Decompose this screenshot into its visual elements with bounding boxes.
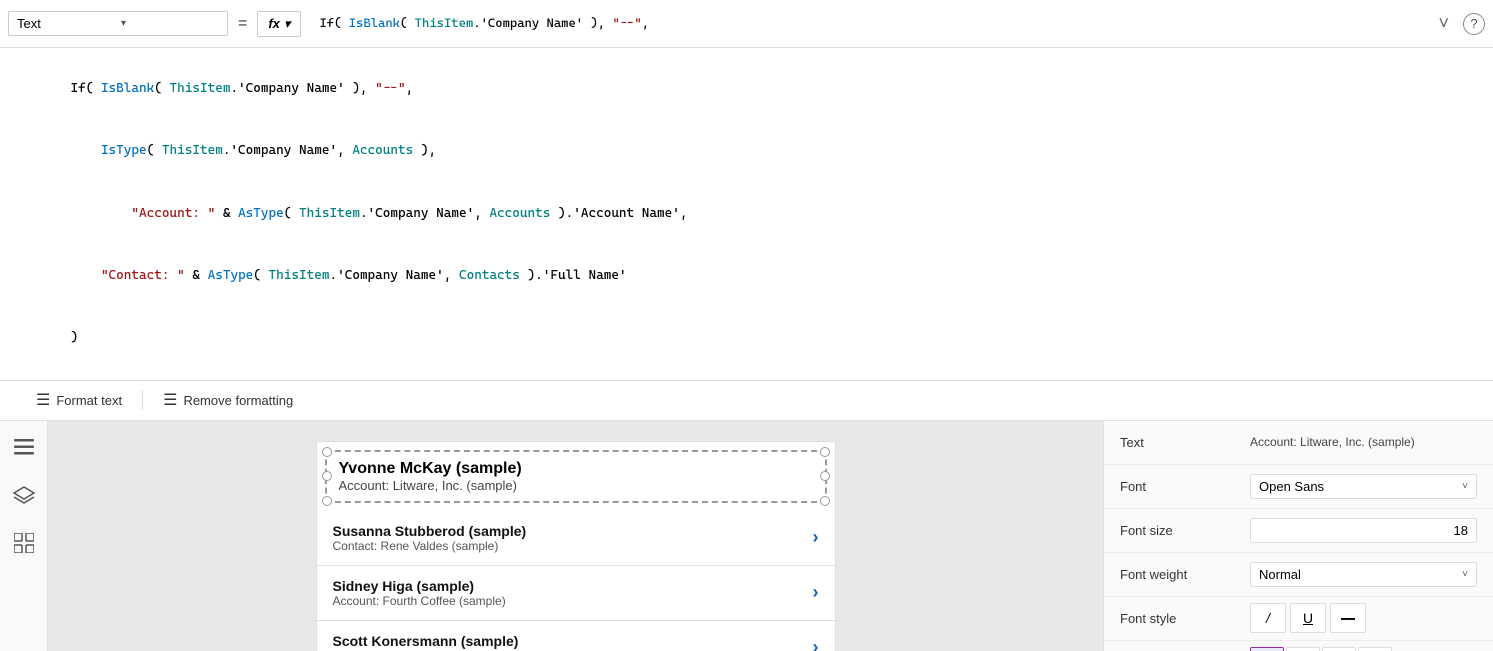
canvas-area: Yvonne McKay (sample) Account: Litware, … bbox=[48, 421, 1103, 651]
chevron-down-icon: ˅ bbox=[1462, 569, 1468, 580]
sidebar-icons bbox=[0, 421, 48, 651]
prop-label-text: Text bbox=[1120, 435, 1250, 450]
align-right-button[interactable] bbox=[1322, 647, 1356, 651]
font-size-input[interactable] bbox=[1250, 518, 1477, 543]
formula-bar[interactable]: If( IsBlank( ThisItem.'Company Name' ), … bbox=[307, 8, 1424, 39]
equals-sign: = bbox=[234, 15, 251, 33]
sidebar-icon-grid[interactable] bbox=[10, 529, 38, 557]
resize-handle-mr[interactable] bbox=[820, 471, 830, 481]
code-line-5: ) bbox=[40, 308, 1473, 370]
help-icon[interactable]: ? bbox=[1463, 13, 1485, 35]
contact-item[interactable]: Scott Konersmann (sample) Contact: Rene … bbox=[317, 621, 835, 651]
fx-button[interactable]: fx ▾ bbox=[257, 11, 301, 37]
prop-row-font-size: Font size bbox=[1104, 509, 1493, 553]
selected-contact-sub: Account: Litware, Inc. (sample) bbox=[339, 478, 813, 493]
resize-handle-bl[interactable] bbox=[322, 496, 332, 506]
contact-item-name: Sidney Higa (sample) bbox=[333, 578, 813, 594]
font-weight-value: Normal bbox=[1259, 567, 1301, 582]
prop-value-text: Account: Litware, Inc. (sample) bbox=[1250, 434, 1477, 451]
prop-label-font-style: Font style bbox=[1120, 611, 1250, 626]
main-area: Yvonne McKay (sample) Account: Litware, … bbox=[0, 421, 1493, 651]
formula-editor[interactable]: If( IsBlank( ThisItem.'Company Name' ), … bbox=[0, 48, 1493, 381]
sidebar-icon-layers[interactable] bbox=[10, 481, 38, 509]
contact-item-info: Scott Konersmann (sample) Contact: Rene … bbox=[333, 633, 813, 651]
contact-item-name: Susanna Stubberod (sample) bbox=[333, 523, 813, 539]
font-select[interactable]: Open Sans ˅ bbox=[1250, 474, 1477, 499]
prop-label-font-size: Font size bbox=[1120, 523, 1250, 538]
strikethrough-label: — bbox=[1341, 610, 1355, 626]
prop-label-font-weight: Font weight bbox=[1120, 567, 1250, 582]
remove-formatting-button[interactable]: ☰ Remove formatting bbox=[147, 384, 309, 416]
format-toolbar: ☰ Format text ☰ Remove formatting bbox=[0, 381, 1493, 421]
format-text-label: Format text bbox=[56, 393, 122, 408]
contact-item-sub: Contact: Rene Valdes (sample) bbox=[333, 539, 813, 553]
remove-formatting-label: Remove formatting bbox=[183, 393, 293, 408]
expand-chevron-icon[interactable]: ˅ bbox=[1430, 13, 1457, 34]
fx-chevron-icon: ▾ bbox=[284, 16, 291, 32]
code-line-2: IsType( ThisItem.'Company Name', Account… bbox=[40, 120, 1473, 182]
prop-row-font-style: Font style / U — bbox=[1104, 597, 1493, 641]
contact-item-sub: Account: Fourth Coffee (sample) bbox=[333, 594, 813, 608]
align-left-button[interactable] bbox=[1250, 647, 1284, 651]
prop-row-text-alignment: Text alignment bbox=[1104, 641, 1493, 651]
chevron-down-icon: ▾ bbox=[121, 18, 219, 29]
code-line-4: "Contact: " & AsType( ThisItem.'Company … bbox=[40, 245, 1473, 307]
resize-handle-br[interactable] bbox=[820, 496, 830, 506]
font-select-value: Open Sans bbox=[1259, 479, 1324, 494]
contact-item-info: Sidney Higa (sample) Account: Fourth Cof… bbox=[333, 578, 813, 608]
text-alignment-group bbox=[1250, 647, 1477, 651]
italic-button[interactable]: / bbox=[1250, 603, 1286, 633]
property-dropdown-label: Text bbox=[17, 16, 115, 31]
fx-label: fx bbox=[268, 16, 280, 31]
align-center-button[interactable] bbox=[1286, 647, 1320, 651]
contact-item-name: Scott Konersmann (sample) bbox=[333, 633, 813, 649]
contact-item[interactable]: Sidney Higa (sample) Account: Fourth Cof… bbox=[317, 566, 835, 621]
property-dropdown[interactable]: Text ▾ bbox=[8, 11, 228, 36]
resize-handle-tr[interactable] bbox=[820, 447, 830, 457]
resize-handle-ml[interactable] bbox=[322, 471, 332, 481]
remove-formatting-icon: ☰ bbox=[163, 390, 177, 410]
prop-row-font: Font Open Sans ˅ bbox=[1104, 465, 1493, 509]
chevron-right-icon: › bbox=[813, 527, 819, 548]
prop-label-font: Font bbox=[1120, 479, 1250, 494]
prop-row-text: Text Account: Litware, Inc. (sample) bbox=[1104, 421, 1493, 465]
code-line-3: "Account: " & AsType( ThisItem.'Company … bbox=[40, 183, 1473, 245]
chevron-down-icon: ˅ bbox=[1462, 481, 1468, 492]
selected-contact-name: Yvonne McKay (sample) bbox=[339, 460, 813, 478]
sidebar-icon-menu[interactable] bbox=[10, 433, 38, 461]
resize-handle-tl[interactable] bbox=[322, 447, 332, 457]
right-panel: Text Account: Litware, Inc. (sample) Fon… bbox=[1103, 421, 1493, 651]
strikethrough-button[interactable]: — bbox=[1330, 603, 1366, 633]
font-style-group: / U — bbox=[1250, 603, 1477, 633]
contact-item-info: Susanna Stubberod (sample) Contact: Rene… bbox=[333, 523, 813, 553]
contact-card: Yvonne McKay (sample) Account: Litware, … bbox=[316, 441, 836, 651]
chevron-right-icon: › bbox=[813, 582, 819, 603]
toolbar-divider bbox=[142, 390, 143, 410]
align-justify-button[interactable] bbox=[1358, 647, 1392, 651]
underline-button[interactable]: U bbox=[1290, 603, 1326, 633]
font-weight-select[interactable]: Normal ˅ bbox=[1250, 562, 1477, 587]
format-text-button[interactable]: ☰ Format text bbox=[20, 384, 138, 416]
code-line-1: If( IsBlank( ThisItem.'Company Name' ), … bbox=[40, 58, 1473, 120]
contact-item[interactable]: Susanna Stubberod (sample) Contact: Rene… bbox=[317, 511, 835, 566]
selected-contact-header[interactable]: Yvonne McKay (sample) Account: Litware, … bbox=[325, 450, 827, 503]
prop-row-font-weight: Font weight Normal ˅ bbox=[1104, 553, 1493, 597]
top-bar: Text ▾ = fx ▾ If( IsBlank( ThisItem.'Com… bbox=[0, 0, 1493, 48]
format-text-icon: ☰ bbox=[36, 390, 50, 410]
chevron-right-icon: › bbox=[813, 637, 819, 651]
